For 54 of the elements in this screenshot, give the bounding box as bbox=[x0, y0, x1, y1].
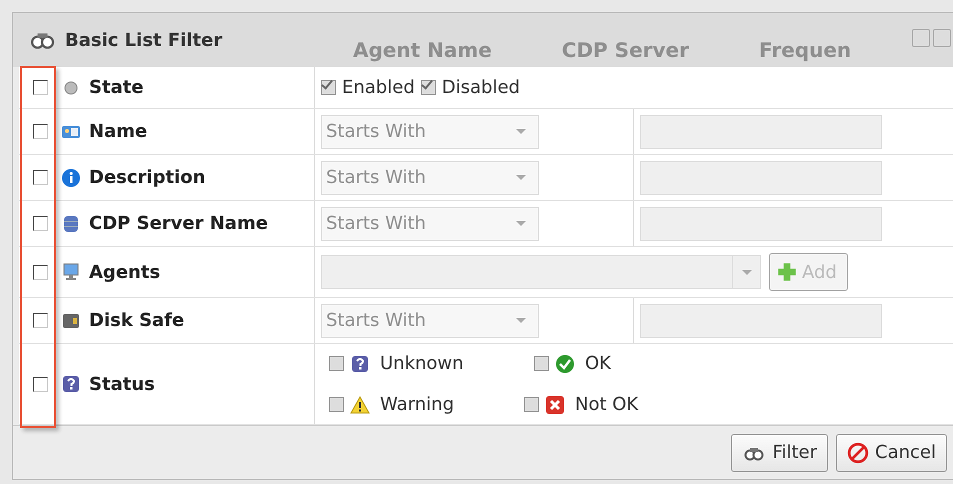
field-label: Agents bbox=[89, 260, 160, 284]
info-icon bbox=[61, 168, 81, 188]
maximize-button[interactable] bbox=[912, 29, 930, 47]
row-checkbox[interactable] bbox=[32, 80, 48, 95]
warning-icon bbox=[350, 394, 370, 414]
option-label: OK bbox=[585, 352, 611, 376]
cancel-button[interactable]: Cancel bbox=[836, 434, 947, 472]
field-label: Status bbox=[89, 372, 155, 396]
operator-dropdown[interactable]: Starts With bbox=[321, 114, 539, 148]
column-header: Agent Name bbox=[353, 37, 492, 64]
checkbox[interactable] bbox=[534, 356, 549, 371]
checkbox[interactable] bbox=[321, 80, 336, 95]
no-entry-icon bbox=[847, 442, 870, 464]
checkbox[interactable] bbox=[524, 397, 539, 412]
checkbox[interactable] bbox=[329, 356, 344, 371]
field-label: Description bbox=[89, 166, 206, 190]
option-label: Unknown bbox=[380, 352, 464, 376]
operator-dropdown[interactable]: Starts With bbox=[321, 304, 539, 338]
row-checkbox[interactable] bbox=[32, 170, 48, 185]
monitor-icon bbox=[61, 262, 81, 282]
field-label: State bbox=[89, 76, 144, 100]
operator-dropdown[interactable]: Starts With bbox=[321, 160, 539, 194]
checkbox[interactable] bbox=[329, 397, 344, 412]
field-label: CDP Server Name bbox=[89, 212, 268, 236]
row-checkbox[interactable] bbox=[32, 216, 48, 231]
row-checkbox[interactable] bbox=[32, 124, 48, 139]
error-icon bbox=[545, 394, 565, 414]
check-icon bbox=[555, 354, 575, 374]
option-label: Not OK bbox=[575, 393, 638, 417]
field-label: Disk Safe bbox=[89, 309, 184, 333]
value-field[interactable] bbox=[640, 304, 882, 338]
checkbox[interactable] bbox=[420, 80, 436, 95]
field-label: Name bbox=[89, 120, 148, 144]
column-header: CDP Server bbox=[562, 37, 689, 64]
value-field[interactable] bbox=[640, 114, 882, 148]
add-button[interactable]: Add bbox=[769, 253, 848, 291]
plus-icon bbox=[776, 261, 798, 283]
option-label: Enabled bbox=[342, 76, 415, 100]
value-field[interactable] bbox=[640, 160, 882, 194]
operator-dropdown[interactable]: Starts With bbox=[321, 206, 539, 240]
question-icon bbox=[350, 354, 370, 374]
agents-combobox[interactable] bbox=[321, 255, 761, 289]
close-button[interactable] bbox=[933, 29, 951, 47]
question-icon bbox=[61, 374, 81, 394]
database-icon bbox=[61, 214, 81, 234]
row-checkbox[interactable] bbox=[32, 313, 48, 328]
row-checkbox[interactable] bbox=[32, 376, 48, 392]
row-checkbox[interactable] bbox=[32, 264, 48, 280]
value-field[interactable] bbox=[640, 206, 882, 240]
option-label: Disabled bbox=[442, 76, 520, 100]
option-label: Warning bbox=[380, 393, 454, 417]
column-header: Frequen bbox=[758, 37, 852, 64]
window-title: Basic List Filter bbox=[65, 28, 222, 52]
filter-button[interactable]: Filter bbox=[731, 434, 828, 472]
